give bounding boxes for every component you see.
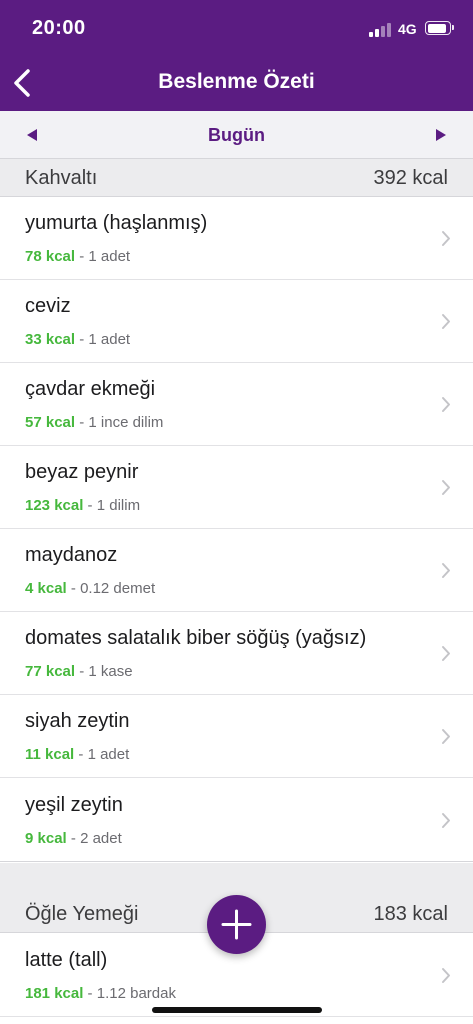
food-kcal: 33 kcal <box>25 331 76 348</box>
chevron-right-icon <box>442 231 450 246</box>
chevron-right-icon <box>442 480 450 495</box>
food-detail: 78 kcal - 1 adet <box>25 248 130 265</box>
food-name: ceviz <box>25 295 71 317</box>
page-title: Beslenme Özeti <box>158 70 315 93</box>
detail-separator: - <box>75 331 89 348</box>
food-kcal: 181 kcal <box>25 985 84 1002</box>
food-detail: 123 kcal - 1 dilim <box>25 497 140 514</box>
food-kcal: 77 kcal <box>25 663 76 680</box>
food-detail: 11 kcal - 1 adet <box>25 746 129 763</box>
food-row[interactable]: domates salatalık biber söğüş (yağsız) 7… <box>0 612 473 695</box>
chevron-right-icon <box>442 646 450 661</box>
food-kcal: 9 kcal <box>25 830 67 847</box>
food-amount: 1 adet <box>88 331 131 348</box>
food-detail: 4 kcal - 0.12 demet <box>25 580 155 597</box>
food-detail: 181 kcal - 1.12 bardak <box>25 985 176 1002</box>
next-arrow-icon <box>436 129 446 141</box>
chevron-right-icon <box>442 397 450 412</box>
food-kcal: 11 kcal <box>25 746 75 763</box>
next-day-button[interactable] <box>433 128 449 142</box>
food-detail: 33 kcal - 1 adet <box>25 331 130 348</box>
detail-separator: - <box>83 497 97 514</box>
section-total-kcal: 183 kcal <box>373 903 449 925</box>
section-total-kcal: 392 kcal <box>373 167 449 189</box>
detail-separator: - <box>66 830 81 847</box>
food-amount: 1.12 bardak <box>96 985 176 1002</box>
food-kcal: 123 kcal <box>25 497 84 514</box>
food-name: çavdar ekmeği <box>25 378 156 400</box>
battery-icon <box>425 21 454 35</box>
food-kcal: 57 kcal <box>25 414 76 431</box>
detail-separator: - <box>83 985 97 1002</box>
plus-icon <box>221 909 252 940</box>
food-kcal: 78 kcal <box>25 248 76 265</box>
food-row[interactable]: yumurta (haşlanmış) 78 kcal - 1 adet <box>0 197 473 280</box>
food-row[interactable]: siyah zeytin 11 kcal - 1 adet <box>0 695 473 778</box>
detail-separator: - <box>74 746 88 763</box>
food-name: yeşil zeytin <box>25 794 123 816</box>
chevron-right-icon <box>442 729 450 744</box>
food-amount: 1 ince dilim <box>88 414 164 431</box>
food-amount: 2 adet <box>80 830 122 847</box>
food-amount: 0.12 demet <box>80 580 156 597</box>
food-amount: 1 adet <box>88 248 131 265</box>
food-detail: 77 kcal - 1 kase <box>25 663 133 680</box>
food-name: siyah zeytin <box>25 710 130 732</box>
network-label: 4G <box>398 21 417 37</box>
food-name: latte (tall) <box>25 949 108 971</box>
food-amount: 1 kase <box>88 663 133 680</box>
food-amount: 1 dilim <box>96 497 141 514</box>
section-title: Öğle Yemeği <box>25 903 139 925</box>
food-name: maydanoz <box>25 544 118 566</box>
food-row[interactable]: yeşil zeytin 9 kcal - 2 adet <box>0 779 473 862</box>
food-name: beyaz peynir <box>25 461 139 483</box>
home-indicator[interactable] <box>152 1007 322 1013</box>
add-food-button[interactable] <box>207 895 266 954</box>
section-title: Kahvaltı <box>25 167 98 189</box>
signal-icon <box>369 23 391 37</box>
section-spacer <box>0 863 473 895</box>
detail-separator: - <box>75 248 89 265</box>
food-name: domates salatalık biber söğüş (yağsız) <box>25 627 367 649</box>
food-name: yumurta (haşlanmış) <box>25 212 208 234</box>
date-label[interactable]: Bugün <box>0 125 473 146</box>
food-row[interactable]: maydanoz 4 kcal - 0.12 demet <box>0 529 473 612</box>
chevron-right-icon <box>442 563 450 578</box>
date-selector: Bugün <box>0 111 473 159</box>
chevron-right-icon <box>442 813 450 828</box>
food-amount: 1 adet <box>87 746 130 763</box>
food-detail: 9 kcal - 2 adet <box>25 830 122 847</box>
app-header: 20:00 4G Beslenme Özeti <box>0 0 473 111</box>
detail-separator: - <box>66 580 81 597</box>
food-row[interactable]: çavdar ekmeği 57 kcal - 1 ince dilim <box>0 363 473 446</box>
detail-separator: - <box>75 414 89 431</box>
food-row[interactable]: beyaz peynir 123 kcal - 1 dilim <box>0 446 473 529</box>
food-row[interactable]: ceviz 33 kcal - 1 adet <box>0 280 473 363</box>
status-time: 20:00 <box>32 17 86 39</box>
detail-separator: - <box>75 663 89 680</box>
food-detail: 57 kcal - 1 ince dilim <box>25 414 163 431</box>
section-header-breakfast: Kahvaltı 392 kcal <box>0 159 473 197</box>
chevron-right-icon <box>442 314 450 329</box>
status-bar: 20:00 4G <box>0 0 473 58</box>
food-kcal: 4 kcal <box>25 580 67 597</box>
chevron-right-icon <box>442 968 450 983</box>
